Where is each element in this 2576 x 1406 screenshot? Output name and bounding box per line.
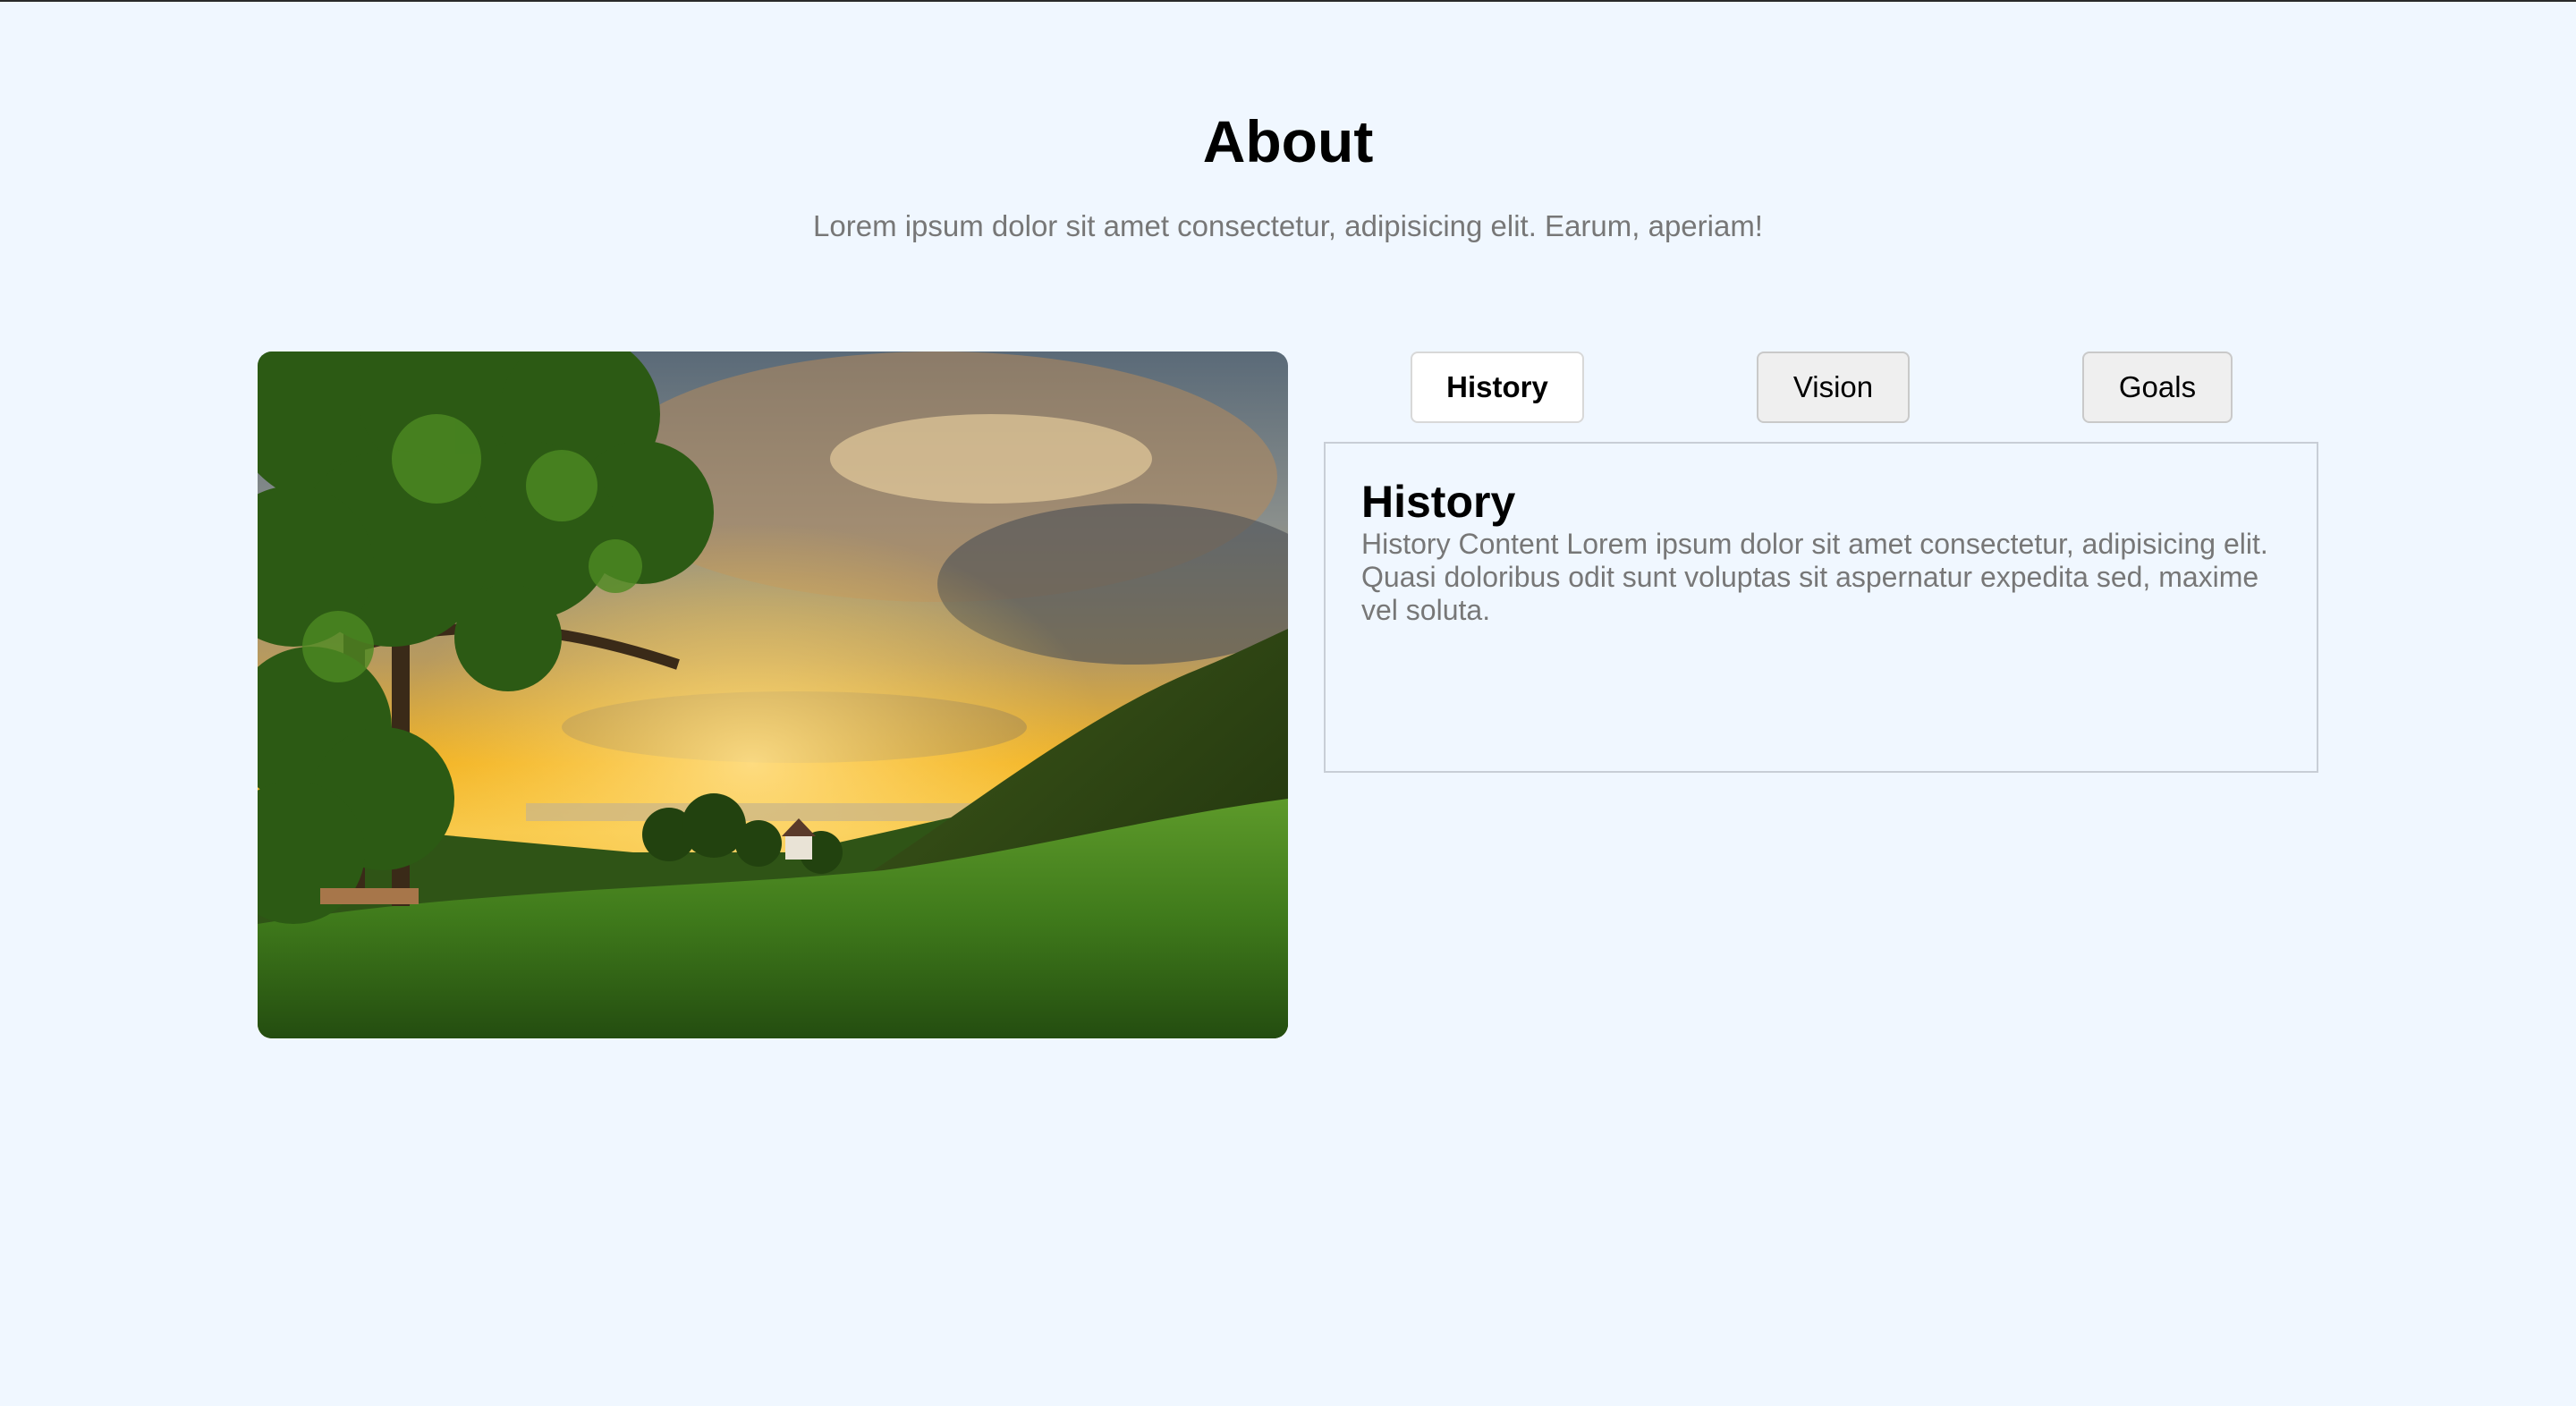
page-title: About <box>1202 108 1374 174</box>
tab-history[interactable]: History <box>1411 352 1584 423</box>
landscape-photo <box>258 352 1288 1038</box>
tab-goals[interactable]: Goals <box>2082 352 2233 423</box>
panel-heading: History <box>1361 477 1516 527</box>
top-border <box>0 0 2576 2</box>
panel-body: History Content Lorem ipsum dolor sit am… <box>1361 528 2268 626</box>
page-subtitle: Lorem ipsum dolor sit amet consectetur, … <box>813 209 1763 242</box>
tab-vision[interactable]: Vision <box>1757 352 1910 423</box>
tab-content-panel: History History Content Lorem ipsum dolo… <box>1324 442 2318 773</box>
